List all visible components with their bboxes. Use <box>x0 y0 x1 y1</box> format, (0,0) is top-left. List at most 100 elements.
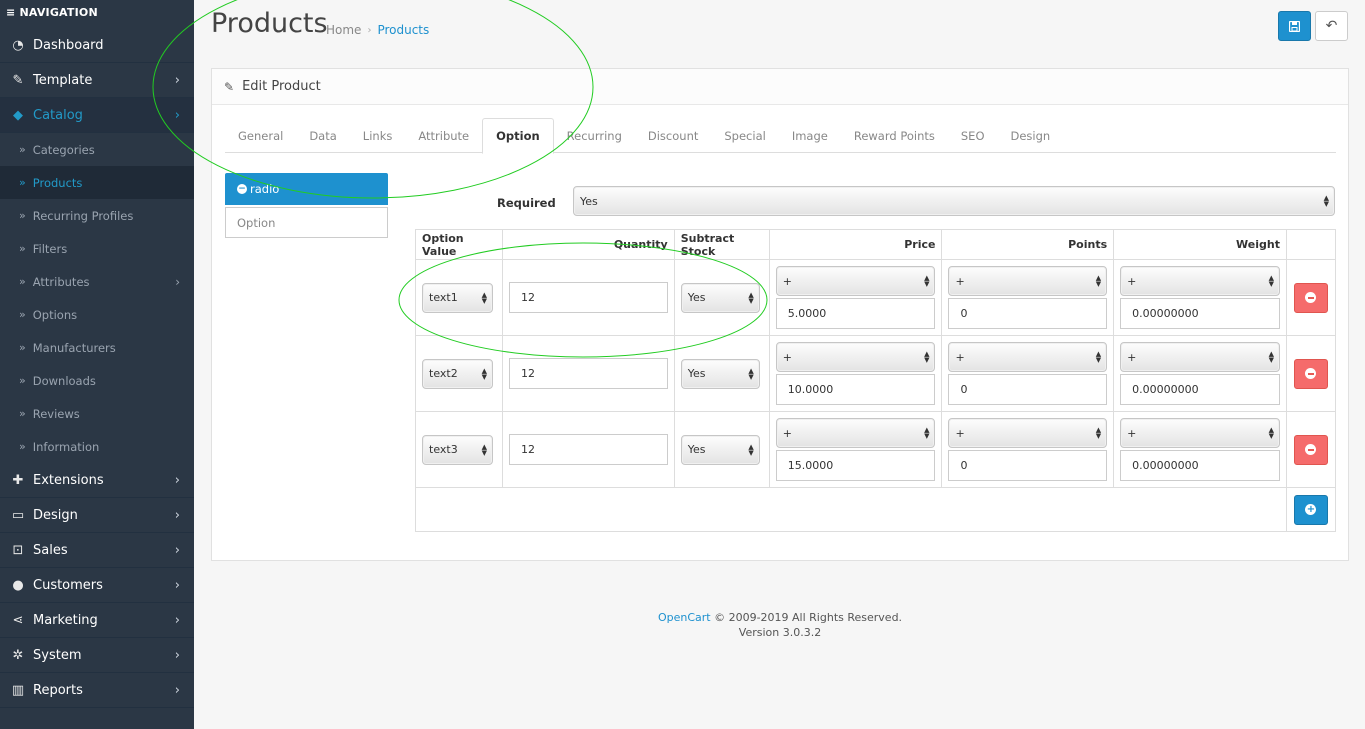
tab-image[interactable]: Image <box>779 118 841 153</box>
cell-option-value: text1 ▲ ▼ <box>415 259 503 336</box>
sidebar-subitem-reviews[interactable]: » Reviews <box>0 397 194 430</box>
points-prefix-select[interactable]: + ▲ ▼ <box>948 266 1108 296</box>
tab-reward-points[interactable]: Reward Points <box>841 118 948 153</box>
sidebar-item-label: System <box>33 647 82 663</box>
cell-option-value: text2 ▲ ▼ <box>415 335 503 412</box>
price-input[interactable]: 10.0000 <box>775 374 936 405</box>
share-icon: ⋖ <box>12 612 24 628</box>
sidebar-subitem-downloads[interactable]: » Downloads <box>0 364 194 397</box>
sidebar-item-label: Extensions <box>33 472 104 488</box>
navigation-heading[interactable]: ≡ NAVIGATION <box>0 0 194 28</box>
option-value-select[interactable]: text2 ▲ ▼ <box>422 358 493 389</box>
breadcrumb-products[interactable]: Products <box>377 23 429 37</box>
points-prefix-select-value: + <box>955 426 965 440</box>
chevron-right-icon: › <box>174 107 180 123</box>
remove-option-value-button[interactable] <box>1293 434 1328 465</box>
chevron-right-icon: › <box>174 542 180 558</box>
sidebar-subitem-information[interactable]: » Information <box>0 430 194 463</box>
weight-input[interactable]: 0.00000000 <box>1120 450 1280 481</box>
weight-input[interactable]: 0.00000000 <box>1120 374 1280 405</box>
sidebar-item-customers[interactable]: ● Customers › <box>0 568 194 603</box>
select-arrows-icon: ▲ ▼ <box>748 366 754 381</box>
sidebar-subitem-products[interactable]: » Products <box>0 166 194 199</box>
tab-option[interactable]: Option <box>482 118 554 154</box>
option-autocomplete-input[interactable]: Option <box>225 207 388 238</box>
points-prefix-select[interactable]: + ▲ ▼ <box>948 418 1108 448</box>
plus-circle-icon: + <box>1305 503 1317 515</box>
points-prefix-select[interactable]: + ▲ ▼ <box>948 342 1108 372</box>
subtract-stock-select[interactable]: Yes ▲ ▼ <box>680 282 760 313</box>
back-button[interactable]: ↶ <box>1315 11 1348 41</box>
price-prefix-select[interactable]: + ▲ ▼ <box>775 342 936 372</box>
weight-prefix-select[interactable]: + ▲ ▼ <box>1120 418 1280 448</box>
sidebar-subitem-categories[interactable]: » Categories <box>0 133 194 166</box>
sidebar-item-system[interactable]: ✲ System › <box>0 638 194 673</box>
option-value-select-value: text3 <box>429 443 458 456</box>
weight-prefix-select[interactable]: + ▲ ▼ <box>1120 266 1280 296</box>
select-arrows-icon: ▲ ▼ <box>481 290 487 305</box>
option-radio-item[interactable]: − radio <box>225 173 388 205</box>
sidebar-item-catalog[interactable]: ◆ Catalog › <box>0 98 194 133</box>
sidebar-subitem-recurring-profiles[interactable]: » Recurring Profiles <box>0 199 194 232</box>
price-prefix-select[interactable]: + ▲ ▼ <box>775 418 936 448</box>
cell-weight: + ▲ ▼ 0.00000000 <box>1113 335 1287 412</box>
opencart-link[interactable]: OpenCart <box>658 611 711 624</box>
monitor-icon: ▭ <box>11 507 25 523</box>
chevron-right-icon: › <box>175 274 180 289</box>
tab-special[interactable]: Special <box>711 118 778 153</box>
save-icon <box>1289 20 1300 32</box>
tab-discount[interactable]: Discount <box>635 118 712 153</box>
sidebar-item-marketing[interactable]: ⋖ Marketing › <box>0 603 194 638</box>
weight-prefix-select-value: + <box>1127 274 1137 288</box>
weight-prefix-select[interactable]: + ▲ ▼ <box>1120 342 1280 372</box>
sidebar-subitem-filters[interactable]: » Filters <box>0 232 194 265</box>
quantity-input[interactable]: 12 <box>508 434 668 465</box>
points-input[interactable]: 0 <box>948 450 1108 481</box>
tab-attribute[interactable]: Attribute <box>405 118 482 153</box>
required-select[interactable]: Yes ▲ ▼ <box>573 186 1335 216</box>
sidebar-item-template[interactable]: ✎ Template › <box>0 63 194 98</box>
sidebar-item-sales[interactable]: ⊡ Sales › <box>0 533 194 568</box>
option-value-select[interactable]: text3 ▲ ▼ <box>422 434 493 465</box>
tab-seo[interactable]: SEO <box>948 118 998 153</box>
points-input[interactable]: 0 <box>948 298 1108 329</box>
remove-option-value-button[interactable] <box>1293 282 1328 313</box>
sidebar-subitem-options[interactable]: » Options <box>0 298 194 331</box>
save-button[interactable] <box>1278 11 1311 41</box>
subtract-stock-select[interactable]: Yes ▲ ▼ <box>680 434 760 465</box>
tab-bar: General Data Links Attribute Option Recurring… <box>225 118 1336 154</box>
sidebar-subitem-attributes[interactable]: » Attributes › <box>0 265 194 298</box>
quantity-input[interactable]: 12 <box>508 282 668 313</box>
option-value-select[interactable]: text1 ▲ ▼ <box>422 282 493 313</box>
breadcrumb-home[interactable]: Home <box>326 23 361 37</box>
tab-design[interactable]: Design <box>998 118 1064 153</box>
tab-recurring[interactable]: Recurring <box>554 118 635 153</box>
tab-links[interactable]: Links <box>350 118 406 153</box>
user-icon: ● <box>12 577 24 593</box>
sidebar-item-design[interactable]: ▭ Design › <box>0 498 194 533</box>
dashboard-icon: ◔ <box>12 37 24 53</box>
sidebar-item-reports[interactable]: ▥ Reports › <box>0 673 194 708</box>
subtract-stock-select[interactable]: Yes ▲ ▼ <box>680 358 760 389</box>
minus-circle-icon[interactable]: − <box>237 184 247 194</box>
sidebar-item-label: Customers <box>33 577 103 593</box>
quantity-input[interactable]: 12 <box>508 358 668 389</box>
sidebar-subitem-manufacturers[interactable]: » Manufacturers <box>0 331 194 364</box>
price-prefix-select[interactable]: + ▲ ▼ <box>775 266 936 296</box>
points-input[interactable]: 0 <box>948 374 1108 405</box>
tab-data[interactable]: Data <box>296 118 349 153</box>
remove-option-value-button[interactable] <box>1293 358 1328 389</box>
add-option-value-button[interactable]: + <box>1293 494 1328 525</box>
cell-quantity: 12 <box>501 259 675 336</box>
panel-heading: ✎ Edit Product <box>212 69 1348 105</box>
double-chevron-icon: » <box>19 143 26 156</box>
price-input[interactable]: 5.0000 <box>775 298 936 329</box>
sidebar-item-extensions[interactable]: ✚ Extensions › <box>0 463 194 498</box>
header-quantity: Quantity <box>501 229 675 260</box>
sidebar-item-dashboard[interactable]: ◔ Dashboard <box>0 28 194 63</box>
tab-general[interactable]: General <box>225 118 296 153</box>
header-points: Points <box>941 229 1115 260</box>
price-input[interactable]: 15.0000 <box>775 450 936 481</box>
weight-input[interactable]: 0.00000000 <box>1120 298 1280 329</box>
chevron-right-icon: › <box>174 577 180 593</box>
